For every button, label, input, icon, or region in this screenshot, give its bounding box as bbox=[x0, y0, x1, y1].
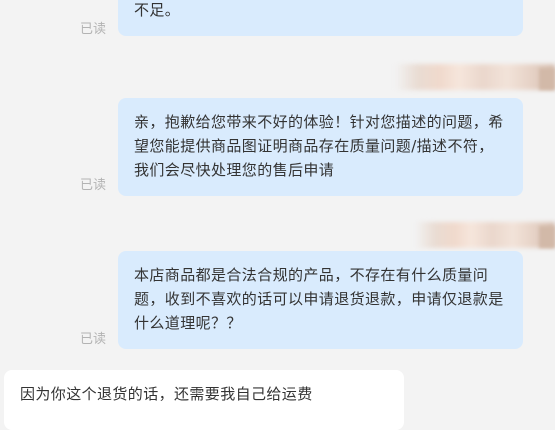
message-text: 亲，抱歉给您带来不好的体验！针对您描述的问题，希望您能提供商品图证明商品存在质量… bbox=[134, 113, 504, 179]
blurred-avatar-corner bbox=[539, 68, 555, 90]
message-bubble-outgoing: 亲，抱歉给您带来不好的体验！针对您描述的问题，希望您能提供商品图证明商品存在质量… bbox=[118, 98, 523, 196]
read-status: 已读 bbox=[80, 178, 107, 193]
read-status: 已读 bbox=[80, 22, 107, 37]
read-status: 已读 bbox=[80, 332, 107, 347]
blurred-avatar-corner bbox=[539, 226, 555, 248]
message-bubble-outgoing: 本店商品都是合法合规的产品，不存在有什么质量问题，收到不喜欢的话可以申请退货退款… bbox=[118, 251, 523, 349]
message-text: 不足。 bbox=[134, 1, 181, 19]
message-text: 因为你这个退货的话，还需要我自己给运费 bbox=[20, 385, 313, 403]
message-bubble-incoming: 因为你这个退货的话，还需要我自己给运费 bbox=[4, 370, 404, 430]
blurred-avatar-strip bbox=[415, 222, 555, 248]
blurred-avatar-strip bbox=[395, 64, 555, 90]
message-bubble-outgoing: 不足。 bbox=[118, 0, 523, 36]
message-text: 本店商品都是合法合规的产品，不存在有什么质量问题，收到不喜欢的话可以申请退货退款… bbox=[134, 266, 504, 332]
